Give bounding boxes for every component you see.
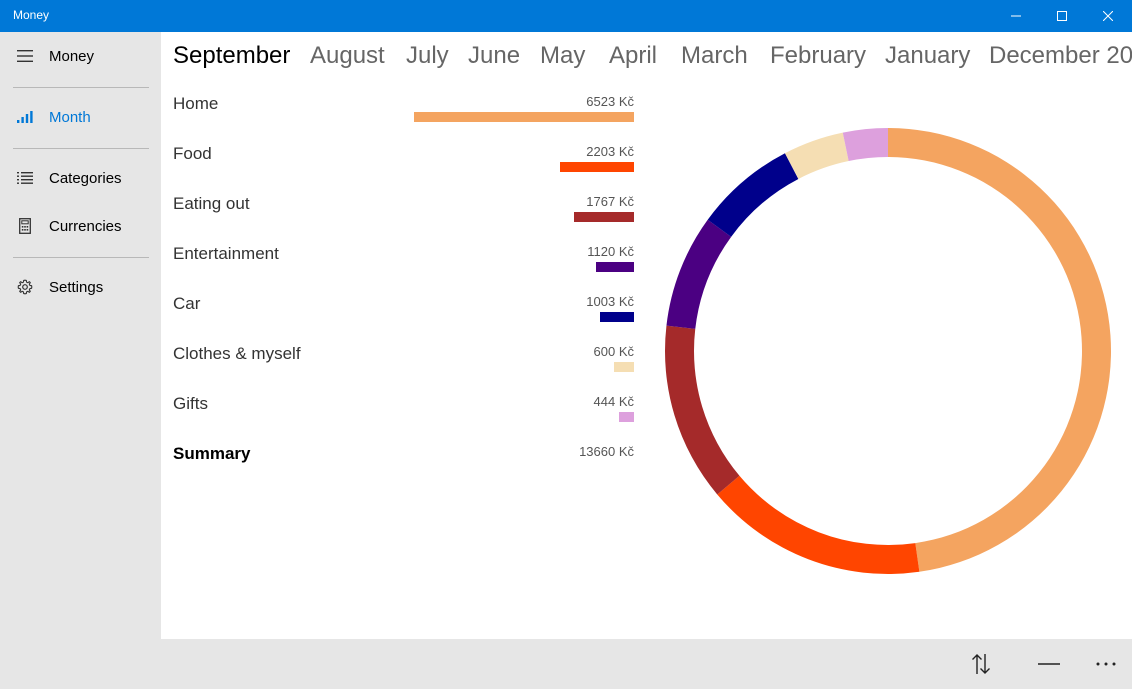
category-amount: 600 Kč (593, 344, 634, 359)
expense-donut-chart (665, 128, 1112, 574)
category-row[interactable]: Entertainment 1120 Kč (173, 242, 635, 292)
donut-segment-eating-out (665, 325, 740, 495)
nav-divider (13, 257, 149, 258)
minus-icon (1038, 663, 1060, 665)
tab-august[interactable]: August (310, 42, 385, 70)
tab-may[interactable]: May (540, 42, 585, 70)
tab-december-2016[interactable]: December 2016 (989, 42, 1132, 70)
list-icon (16, 169, 34, 187)
nav-item-label: Currencies (49, 217, 122, 235)
category-bar (414, 112, 634, 122)
category-bar (600, 312, 634, 322)
nav-item-label: Money (49, 47, 95, 65)
maximize-icon (1057, 11, 1067, 21)
category-row[interactable]: Clothes & myself 600 Kč (173, 342, 635, 392)
month-pivot: September August July June May April Mar… (161, 32, 1132, 86)
nav-item-label: Categories (49, 169, 122, 187)
category-name: Gifts (173, 394, 208, 413)
category-amount: 1120 Kč (587, 244, 634, 259)
close-icon (1103, 11, 1113, 21)
category-bar (614, 362, 634, 372)
nav-item-money[interactable]: Money (0, 36, 161, 76)
app-title: Money (13, 8, 50, 22)
tab-june[interactable]: June (468, 42, 520, 70)
category-name: Entertainment (173, 244, 279, 263)
category-name: Eating out (173, 194, 250, 213)
bar-chart-icon (16, 108, 34, 126)
remove-button[interactable] (1029, 645, 1069, 683)
more-button[interactable] (1086, 645, 1126, 683)
category-amount: 2203 Kč (586, 144, 634, 159)
summary-row: Summary 13660 Kč (173, 442, 635, 492)
navigation-pane: Money Month Categories Currencies Settin… (0, 32, 161, 639)
category-row[interactable]: Food 2203 Kč (173, 142, 635, 192)
summary-amount: 13660 Kč (579, 444, 634, 459)
category-amount: 1767 Kč (586, 194, 634, 209)
category-name: Clothes & myself (173, 344, 301, 363)
gear-icon (16, 278, 34, 296)
title-bar: Money (0, 0, 1132, 32)
minimize-icon (1011, 15, 1021, 17)
close-button[interactable] (1085, 0, 1131, 32)
nav-divider (13, 148, 149, 149)
category-amount: 1003 Kč (586, 294, 634, 309)
tab-april[interactable]: April (609, 42, 657, 70)
category-row[interactable]: Eating out 1767 Kč (173, 192, 635, 242)
category-amount: 444 Kč (593, 394, 634, 409)
category-name: Home (173, 94, 219, 113)
calculator-icon (16, 217, 34, 235)
category-name: Car (173, 294, 201, 313)
donut-segment-food (717, 475, 920, 574)
donut-segment-entertainment (666, 219, 732, 329)
category-bar (574, 212, 634, 222)
nav-item-currencies[interactable]: Currencies (0, 206, 161, 246)
category-row[interactable]: Home 6523 Kč (173, 92, 635, 142)
nav-item-settings[interactable]: Settings (0, 267, 161, 307)
maximize-button[interactable] (1039, 0, 1085, 32)
category-row[interactable]: Gifts 444 Kč (173, 392, 635, 442)
tab-january[interactable]: January (885, 42, 970, 70)
tab-july[interactable]: July (406, 42, 449, 70)
donut-segment-car (707, 153, 799, 237)
nav-item-month[interactable]: Month (0, 97, 161, 137)
nav-item-label: Settings (49, 278, 104, 296)
summary-label: Summary (173, 444, 251, 463)
nav-divider (13, 87, 149, 88)
nav-item-categories[interactable]: Categories (0, 158, 161, 198)
tab-february[interactable]: February (770, 42, 866, 70)
nav-item-label: Month (49, 108, 91, 126)
tab-september[interactable]: September (173, 42, 290, 70)
category-bar (596, 262, 634, 272)
category-bar (619, 412, 634, 422)
category-name: Food (173, 144, 212, 163)
category-row[interactable]: Car 1003 Kč (173, 292, 635, 342)
minimize-button[interactable] (993, 0, 1039, 32)
donut-segment-gifts (842, 128, 888, 162)
command-bar (0, 639, 1132, 689)
category-amount: 6523 Kč (586, 94, 634, 109)
donut-segment-home (888, 128, 1112, 572)
more-icon (1096, 662, 1116, 666)
category-bar (560, 162, 634, 172)
sort-button[interactable] (961, 645, 1001, 683)
sort-icon (972, 654, 990, 674)
tab-march[interactable]: March (681, 42, 748, 70)
hamburger-icon (16, 47, 34, 65)
